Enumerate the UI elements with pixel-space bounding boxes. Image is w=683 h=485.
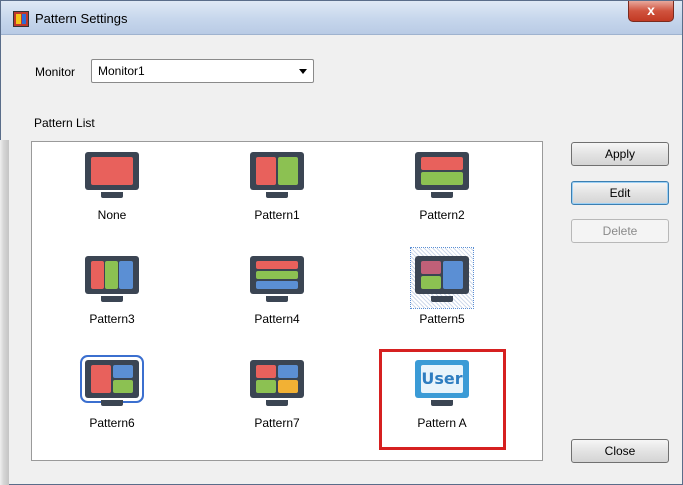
pattern-item-label: Pattern7 [254,416,300,430]
monitor-icon [85,152,139,198]
pattern-item-pattern5[interactable]: Pattern5 [387,247,497,338]
pattern-item-pattern4[interactable]: Pattern4 [222,248,332,338]
app-icon [13,11,29,27]
title-bar[interactable]: Pattern Settings x [1,1,682,35]
monitor-icon [415,256,469,302]
pattern-item-label: Pattern6 [89,416,135,430]
apply-button[interactable]: Apply [571,142,669,166]
window-edge [0,140,9,485]
monitor-icon [85,256,139,302]
monitor-label: Monitor [35,65,76,79]
window-title: Pattern Settings [35,11,128,26]
pattern-item-pattern1[interactable]: Pattern1 [222,144,332,234]
pattern-item-pattern7[interactable]: Pattern7 [222,352,332,442]
monitor-icon [250,256,304,302]
monitor-icon [250,152,304,198]
pattern-item-label: Pattern4 [254,312,300,326]
pattern-item-label: None [97,208,127,222]
monitor-select-value: Monitor1 [98,64,145,78]
pattern-list-label: Pattern List [34,116,95,130]
monitor-icon [415,152,469,198]
pattern-item-pattern6[interactable]: Pattern6 [57,352,167,442]
close-window-button[interactable]: x [628,1,674,22]
close-button[interactable]: Close [571,439,669,463]
edit-button[interactable]: Edit [571,181,669,205]
monitor-select[interactable]: Monitor1 [91,59,314,83]
pattern-item-label: Pattern1 [254,208,300,222]
pattern-item-pattern3[interactable]: Pattern3 [57,248,167,338]
pattern-item-label: Pattern3 [89,312,135,326]
chevron-down-icon [299,69,307,74]
delete-button[interactable]: Delete [571,219,669,243]
pattern-item-none[interactable]: None [57,144,167,234]
pattern-item-label: Pattern2 [419,208,465,222]
pattern-settings-window: Pattern Settings x Monitor Monitor1 Patt… [0,0,683,485]
monitor-icon [85,360,139,406]
monitor-icon [250,360,304,406]
pattern-item-label: Pattern5 [419,312,465,326]
pattern-item-pattern2[interactable]: Pattern2 [387,144,497,234]
highlight-box [379,349,506,450]
